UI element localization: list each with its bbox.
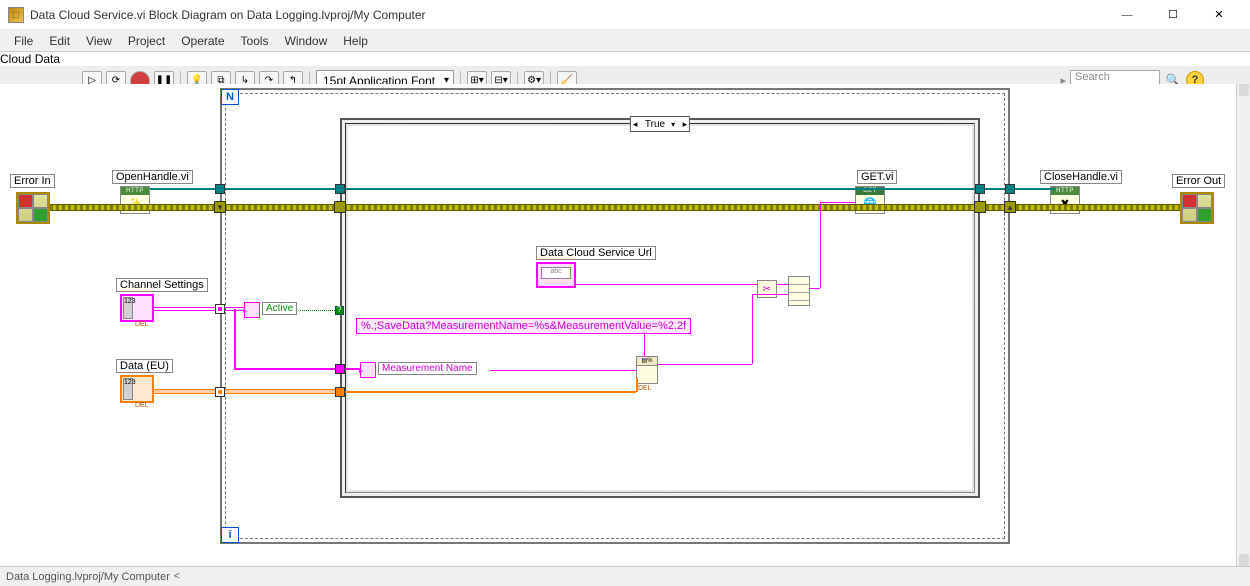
shift-register-right[interactable]: ▴ xyxy=(1004,201,1016,213)
data-eu-terminal[interactable]: 123 xyxy=(120,375,154,403)
url-label: Data Cloud Service Url xyxy=(536,246,656,260)
unbundle-mname-label[interactable]: Measurement Name xyxy=(378,362,477,375)
window-controls: — ☐ ✕ xyxy=(1104,0,1242,30)
error-out-label: Error Out xyxy=(1172,174,1225,188)
context-arrow-icon[interactable]: < xyxy=(174,571,180,582)
menu-operate[interactable]: Operate xyxy=(173,32,232,50)
for-loop-n-terminal[interactable]: N xyxy=(221,89,239,105)
title-bar: ⬚ Data Cloud Service.vi Block Diagram on… xyxy=(0,0,1250,30)
close-handle-icon: ✖ xyxy=(1053,196,1077,211)
menu-view[interactable]: View xyxy=(78,32,120,50)
menu-edit[interactable]: Edit xyxy=(41,32,78,50)
data-eu-label: Data (EU) xyxy=(116,359,173,373)
get-subvi[interactable]: GET 🌐 xyxy=(855,186,885,214)
case-value: True xyxy=(645,119,665,130)
case-tunnel-dbl[interactable] xyxy=(335,387,345,397)
status-context: Data Logging.lvproj/My Computer xyxy=(6,571,170,583)
del-tag-1: DEL xyxy=(135,321,149,328)
channel-settings-label: Channel Settings xyxy=(116,278,208,292)
case-selector-terminal[interactable]: ? xyxy=(335,306,344,315)
unbundle-active-label[interactable]: Active xyxy=(262,302,297,315)
open-handle-label: OpenHandle.vi xyxy=(112,170,193,184)
get-band: GET xyxy=(856,187,884,195)
menu-project[interactable]: Project xyxy=(120,32,173,50)
menu-file[interactable]: File xyxy=(6,32,41,50)
format-into-string-node[interactable]: ▤% xyxy=(636,356,658,384)
channel-settings-terminal[interactable]: 123 xyxy=(120,294,154,322)
menu-bar: File Edit View Project Operate Tools Win… xyxy=(0,30,1250,52)
cloud-data-button[interactable]: Cloud Data xyxy=(0,52,1250,66)
unbundle-mname-node[interactable] xyxy=(360,362,376,378)
shift-register-left[interactable]: ▾ xyxy=(214,201,226,213)
vertical-scrollbar[interactable] xyxy=(1236,84,1250,566)
case-tunnel-ref-out[interactable] xyxy=(975,184,985,194)
close-handle-label: CloseHandle.vi xyxy=(1040,170,1122,184)
block-diagram-canvas[interactable]: N i True▾ Error In Error Out OpenHandle.… xyxy=(0,84,1236,566)
close-handle-subvi[interactable]: HTTP ✖ xyxy=(1050,186,1080,214)
cloud-line2: Data xyxy=(35,52,60,66)
open-handle-subvi[interactable]: HTTP ✨ xyxy=(120,186,150,214)
http-band: HTTP xyxy=(1051,187,1079,195)
close-button[interactable]: ✕ xyxy=(1196,0,1242,30)
status-bar: Data Logging.lvproj/My Computer < xyxy=(0,566,1250,586)
get-icon: 🌐 xyxy=(858,196,882,211)
menu-help[interactable]: Help xyxy=(335,32,376,50)
error-out-terminal[interactable] xyxy=(1180,192,1214,224)
del-tag-2: DEL xyxy=(135,402,149,409)
url-constant[interactable]: abc xyxy=(536,262,576,288)
open-handle-icon: ✨ xyxy=(123,196,147,211)
fmt-hdr: ▤% xyxy=(637,357,657,366)
tunnel-data-idx[interactable] xyxy=(215,387,225,397)
case-tunnel-err-in[interactable] xyxy=(334,201,346,213)
case-tunnel-ref-in[interactable] xyxy=(335,184,345,194)
error-in-label: Error In xyxy=(10,174,55,188)
tunnel-ref-in[interactable] xyxy=(215,184,225,194)
minimize-button[interactable]: — xyxy=(1104,0,1150,30)
case-tunnel-cluster[interactable] xyxy=(335,364,345,374)
cloud-line1: Cloud xyxy=(0,52,31,66)
unbundle-by-name-node[interactable] xyxy=(244,302,260,318)
url-abc: abc xyxy=(541,267,571,279)
maximize-button[interactable]: ☐ xyxy=(1150,0,1196,30)
case-selector[interactable]: True▾ xyxy=(630,116,690,132)
build-path-node[interactable]: ✂ xyxy=(757,280,777,298)
for-loop-i-terminal[interactable]: i xyxy=(221,527,239,543)
concatenate-strings-node[interactable] xyxy=(788,276,810,306)
case-tunnel-err-out[interactable] xyxy=(974,201,986,213)
tunnel-channel-idx[interactable] xyxy=(215,304,225,314)
http-band: HTTP xyxy=(121,187,149,195)
error-in-terminal[interactable] xyxy=(16,192,50,224)
tunnel-ref-out[interactable] xyxy=(1005,184,1015,194)
menu-window[interactable]: Window xyxy=(277,32,336,50)
menu-tools[interactable]: Tools xyxy=(233,32,277,50)
app-icon: ⬚ xyxy=(8,7,24,23)
get-vi-label: GET.vi xyxy=(857,170,897,184)
window-title: Data Cloud Service.vi Block Diagram on D… xyxy=(30,8,1104,22)
del-tag-3: DEL xyxy=(638,385,652,392)
format-string-constant[interactable]: %.;SaveData?MeasurementName=%s&Measureme… xyxy=(356,318,691,334)
